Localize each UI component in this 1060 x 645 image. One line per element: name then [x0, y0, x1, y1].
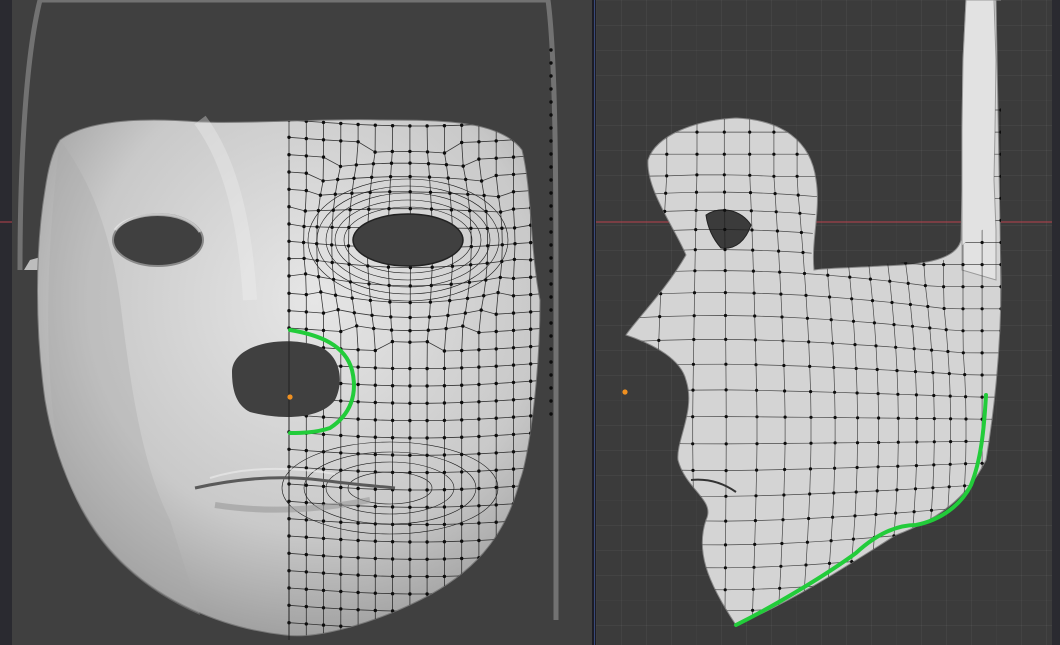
viewport-front[interactable] — [0, 0, 592, 645]
eye-hole-right — [352, 213, 464, 267]
blender-3d-editor — [0, 0, 1060, 645]
object-origin — [287, 394, 293, 400]
viewport-right-edge — [1052, 0, 1060, 645]
side-view-canvas[interactable] — [596, 0, 1060, 645]
object-origin-side — [622, 389, 628, 395]
front-view-canvas[interactable] — [0, 0, 592, 645]
nose-hole — [232, 341, 340, 417]
viewport-side[interactable] — [596, 0, 1060, 645]
